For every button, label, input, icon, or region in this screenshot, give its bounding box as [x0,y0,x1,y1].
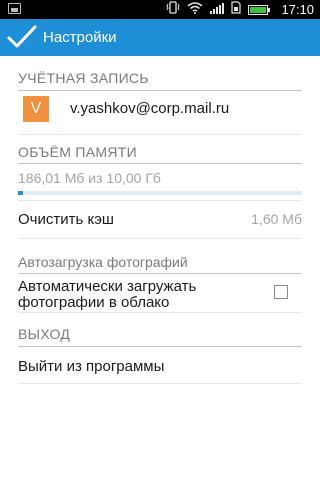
divider [18,312,302,313]
storage-progress-fill [18,191,24,195]
account-row[interactable]: V v.yashkov@corp.mail.ru [18,96,302,124]
status-icons [166,1,270,18]
wifi-icon [187,1,203,18]
clear-cache-button[interactable]: Очистить кэш [18,210,114,229]
battery-icon [248,4,270,15]
auto-upload-label-line2: фотографии в облако [18,294,170,311]
done-check-icon[interactable] [6,23,38,51]
divider [18,200,302,201]
status-time: 17:10 [281,2,314,17]
divider [18,346,302,347]
divider [18,238,302,239]
storage-progress-bar [18,191,302,195]
photo-upload-section-header: Автозагрузка фотографий [18,254,188,270]
account-email: v.yashkov@corp.mail.ru [70,100,230,117]
storage-usage-text: 186,01 Мб из 10,00 Гб [18,170,161,186]
divider [18,90,302,91]
vibrate-icon [166,1,180,18]
cache-size-value: 1,60 Мб [251,211,302,227]
divider [18,383,302,384]
page-title: Настройки [43,29,117,46]
storage-section-header: ОБЪЁМ ПАМЯТИ [18,144,137,160]
avatar: V [23,96,49,122]
logout-button[interactable]: Выйти из программы [18,357,164,376]
divider [18,273,302,274]
divider [18,134,302,135]
action-bar: Настройки [0,19,320,56]
image-notification-icon [8,3,21,14]
account-section-header: УЧЁТНАЯ ЗАПИСЬ [18,70,149,86]
status-bar: 17:10 [0,0,320,19]
exit-section-header: ВЫХОД [18,326,71,342]
sim-icon [231,1,241,18]
divider [18,163,302,164]
signal-icon [210,2,224,18]
auto-upload-checkbox[interactable] [274,285,288,299]
